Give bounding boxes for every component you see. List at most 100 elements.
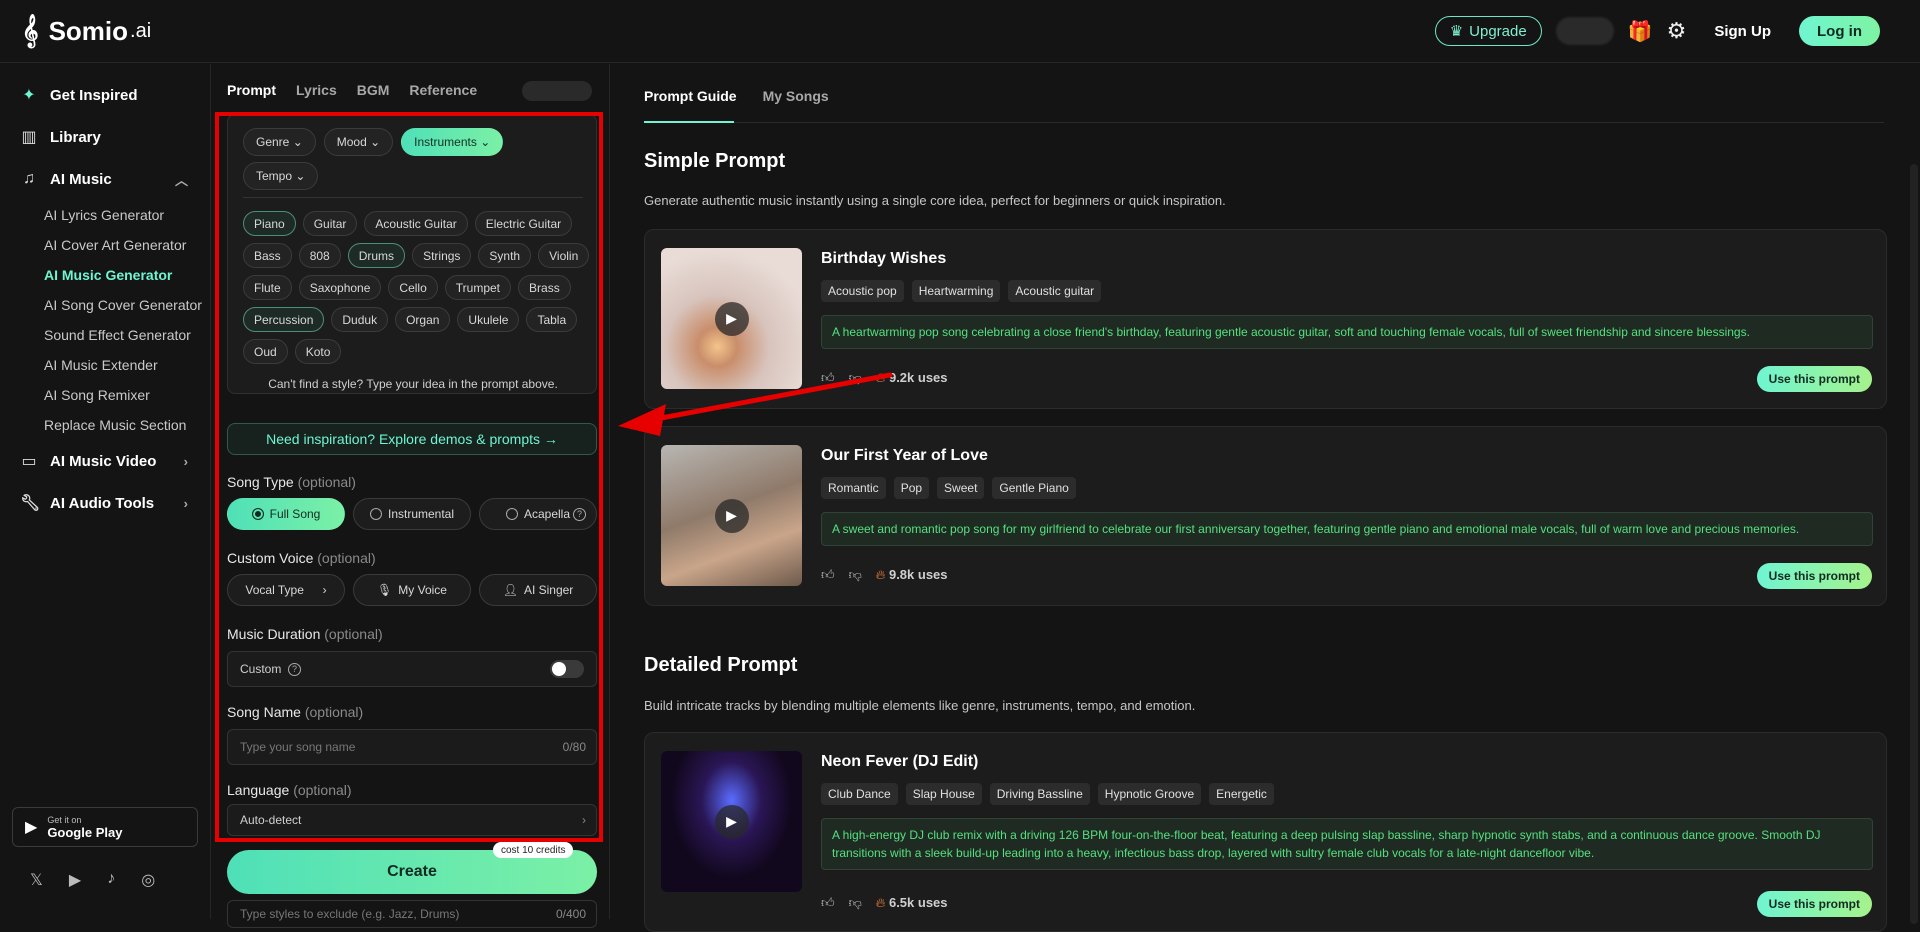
chip-brass[interactable]: Brass: [518, 275, 571, 300]
chip-ukulele[interactable]: Ukulele: [457, 307, 520, 332]
use-this-prompt-button[interactable]: Use this prompt: [1756, 891, 1872, 917]
chip-oud[interactable]: Oud: [243, 339, 288, 364]
explore-demos-link[interactable]: Need inspiration? Explore demos & prompt…: [227, 423, 597, 455]
prompt-text: A sweet and romantic pop song for my gir…: [821, 512, 1873, 546]
sidebar-sub-lyrics[interactable]: AI Lyrics Generator: [0, 200, 210, 230]
thumbs-down-icon[interactable]: 👎︎: [849, 370, 862, 386]
chip-strings[interactable]: Strings: [412, 243, 472, 268]
card-footer: 👍︎ 👎︎ 🔥︎ 6.5k uses: [821, 895, 948, 911]
sign-up-link[interactable]: Sign Up: [1714, 23, 1771, 40]
instruments-dropdown[interactable]: Instruments ⌄: [401, 128, 504, 156]
youtube-icon[interactable]: ▶: [69, 870, 81, 890]
chip-flute[interactable]: Flute: [243, 275, 292, 300]
sidebar-item-library[interactable]: ▥ Library: [0, 116, 210, 158]
chip-saxophone[interactable]: Saxophone: [298, 275, 382, 300]
logo-icon: 𝄞: [22, 14, 39, 47]
vocal-type-button[interactable]: Vocal Type ›: [227, 574, 345, 606]
play-icon[interactable]: ▶: [714, 498, 749, 533]
card-footer: 👍︎ 👎︎ 🔥︎ 9.2k uses: [821, 370, 948, 386]
tab-prompt[interactable]: Prompt: [227, 82, 276, 98]
prompt-text: A heartwarming pop song celebrating a cl…: [821, 315, 1873, 349]
card-tags: Acoustic pop Heartwarming Acoustic guita…: [821, 280, 1102, 302]
x-icon[interactable]: 𝕏: [30, 870, 43, 890]
scrollbar[interactable]: [1910, 164, 1918, 924]
instagram-icon[interactable]: ◎: [141, 870, 155, 890]
radio-icon: [505, 508, 518, 520]
exclude-styles-input[interactable]: Type styles to exclude (e.g. Jazz, Drums…: [227, 900, 597, 928]
chip-synth[interactable]: Synth: [478, 243, 532, 268]
chip-duduk[interactable]: Duduk: [331, 307, 389, 332]
genre-dropdown[interactable]: Genre ⌄: [243, 128, 316, 156]
chip-808[interactable]: 808: [298, 243, 341, 268]
thumbs-down-icon[interactable]: 👎︎: [849, 567, 862, 583]
play-icon[interactable]: ▶: [714, 301, 749, 336]
chip-koto[interactable]: Koto: [294, 339, 342, 364]
acapella-option[interactable]: Acapella?: [479, 498, 597, 530]
chip-percussion[interactable]: Percussion: [243, 307, 325, 332]
thumbs-up-icon[interactable]: 👍︎: [821, 370, 835, 386]
chip-bass[interactable]: Bass: [243, 243, 292, 268]
sidebar-sub-cover-art[interactable]: AI Cover Art Generator: [0, 230, 210, 260]
chip-acoustic-guitar[interactable]: Acoustic Guitar: [364, 211, 468, 236]
simple-prompt-title: Simple Prompt: [644, 150, 786, 172]
my-voice-button[interactable]: 🎙︎ My Voice: [353, 574, 471, 606]
sidebar-item-ai-music[interactable]: ♫ AI Music ︿: [0, 158, 210, 200]
tab-my-songs[interactable]: My Songs: [763, 88, 829, 104]
credits-badge[interactable]: [1555, 17, 1614, 45]
fire-icon: 🔥︎: [875, 370, 886, 385]
thumbs-up-icon[interactable]: 👍︎: [821, 895, 835, 911]
thumbs-down-icon[interactable]: 👎︎: [849, 895, 862, 911]
card-thumbnail[interactable]: ▶: [661, 445, 802, 586]
tag: Acoustic pop: [821, 280, 904, 302]
chip-violin[interactable]: Violin: [538, 243, 590, 268]
full-song-option[interactable]: Full Song: [227, 498, 345, 530]
custom-duration-toggle[interactable]: [550, 660, 584, 678]
sidebar-sub-music-extender[interactable]: AI Music Extender: [0, 350, 210, 380]
ai-singer-button[interactable]: 👤︎ AI Singer: [479, 574, 597, 606]
help-icon[interactable]: ?: [288, 662, 302, 676]
sidebar-sub-song-cover[interactable]: AI Song Cover Generator: [0, 290, 210, 320]
google-play-badge[interactable]: ▶ Get it on Google Play: [12, 807, 198, 847]
use-this-prompt-button[interactable]: Use this prompt: [1756, 366, 1872, 392]
card-tags: Club Dance Slap House Driving Bassline H…: [821, 783, 1274, 805]
sidebar-item-ai-music-video[interactable]: ▭ AI Music Video ›: [0, 440, 210, 482]
chip-guitar[interactable]: Guitar: [302, 211, 358, 236]
language-select[interactable]: Auto-detect ›: [227, 804, 597, 836]
gift-icon[interactable]: 🎁: [1628, 19, 1653, 44]
chip-tabla[interactable]: Tabla: [526, 307, 578, 332]
chip-trumpet[interactable]: Trumpet: [444, 275, 512, 300]
card-thumbnail[interactable]: ▶: [661, 248, 802, 389]
tag: Hypnotic Groove: [1097, 783, 1202, 805]
chip-drums[interactable]: Drums: [347, 243, 406, 268]
use-this-prompt-button[interactable]: Use this prompt: [1756, 563, 1872, 589]
chip-cello[interactable]: Cello: [388, 275, 438, 300]
chip-piano[interactable]: Piano: [243, 211, 296, 236]
model-selector[interactable]: [522, 81, 592, 101]
tempo-dropdown[interactable]: Tempo ⌄: [243, 162, 319, 190]
tab-prompt-guide[interactable]: Prompt Guide: [644, 88, 737, 104]
card-thumbnail[interactable]: ▶: [661, 751, 802, 892]
mood-dropdown[interactable]: Mood ⌄: [323, 128, 394, 156]
log-in-button[interactable]: Log in: [1799, 16, 1880, 46]
sidebar-sub-song-remixer[interactable]: AI Song Remixer: [0, 380, 210, 410]
sidebar-sub-music-generator[interactable]: AI Music Generator: [0, 260, 210, 290]
tab-reference[interactable]: Reference: [409, 82, 477, 98]
chip-electric-guitar[interactable]: Electric Guitar: [474, 211, 573, 236]
sidebar-item-ai-audio-tools[interactable]: 🔧︎ AI Audio Tools ›: [0, 482, 210, 524]
instrumental-option[interactable]: Instrumental: [353, 498, 471, 530]
chip-organ[interactable]: Organ: [395, 307, 451, 332]
sidebar-sub-replace-section[interactable]: Replace Music Section: [0, 410, 210, 440]
gear-icon[interactable]: ⚙: [1667, 18, 1687, 44]
social-links: 𝕏 ▶ ♪ ◎: [30, 870, 155, 890]
tab-lyrics[interactable]: Lyrics: [296, 82, 337, 98]
sidebar-item-get-inspired[interactable]: ✦ Get Inspired: [0, 74, 210, 116]
sidebar-sub-sound-effect[interactable]: Sound Effect Generator: [0, 320, 210, 350]
divider: [243, 197, 583, 198]
play-icon[interactable]: ▶: [714, 804, 749, 839]
upgrade-button[interactable]: ♛ Upgrade: [1434, 16, 1542, 46]
thumbs-up-icon[interactable]: 👍︎: [821, 567, 835, 583]
logo[interactable]: 𝄞 Somio .ai: [22, 14, 151, 48]
tiktok-icon[interactable]: ♪: [107, 870, 115, 890]
tab-bgm[interactable]: BGM: [357, 82, 390, 98]
song-name-input[interactable]: Type your song name 0/80: [227, 729, 597, 765]
